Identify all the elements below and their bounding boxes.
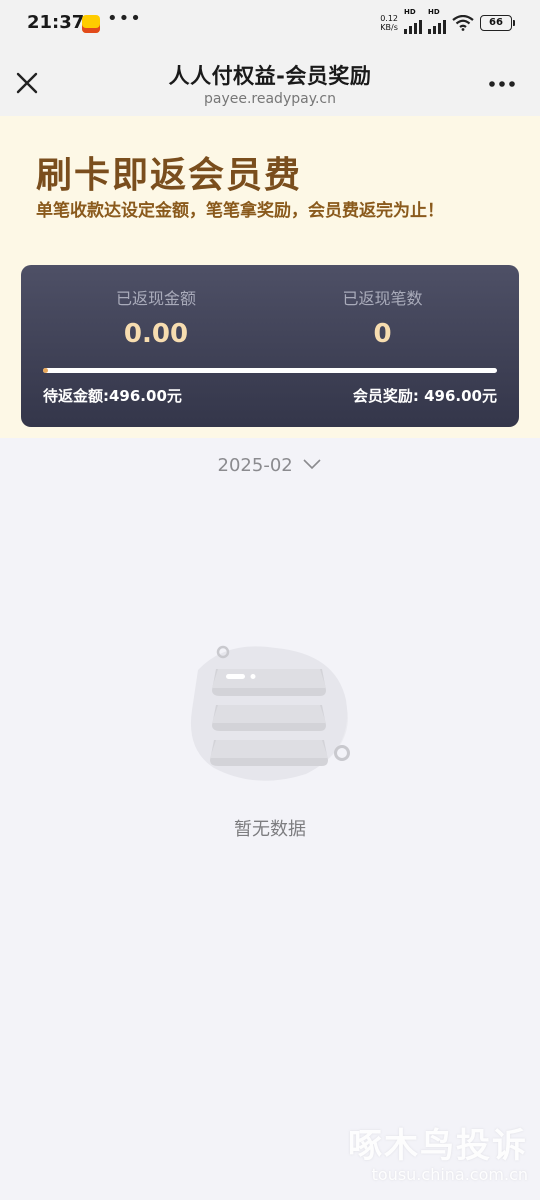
- empty-box-icon: [190, 645, 350, 781]
- watermark: 啄木鸟投诉 tousu.china.com.cn: [348, 1118, 528, 1184]
- status-indicators: 0.12 KB/s HD HD 66: [380, 8, 515, 34]
- pending-amount: 待返金额:496.00元: [43, 387, 182, 405]
- status-bar: 21:37 ••• 0.12 KB/s HD HD 66: [0, 0, 540, 48]
- returned-amount-stat: 已返现金额 0.00: [21, 285, 291, 349]
- returned-count-label: 已返现笔数: [342, 289, 423, 308]
- hd-label: HD: [428, 8, 440, 16]
- browser-header: 人人付权益-会员奖励 payee.readypay.cn: [0, 48, 540, 116]
- returned-count-value: 0: [373, 319, 392, 349]
- more-options-icon[interactable]: [488, 80, 516, 88]
- network-speed: 0.12 KB/s: [380, 14, 398, 32]
- cell-signal-1-icon: HD: [404, 8, 422, 34]
- hd-label: HD: [404, 8, 416, 16]
- returned-count-stat: 已返现笔数 0: [270, 285, 495, 349]
- status-time: 21:37: [27, 12, 85, 33]
- chevron-down-icon: [303, 459, 322, 470]
- banner-subtitle: 单笔收款达设定金额，笔笔拿奖励，会员费返完为止！: [36, 201, 444, 221]
- page-url: payee.readypay.cn: [203, 91, 336, 107]
- rebate-progress-fill: [43, 368, 48, 373]
- returned-amount-label: 已返现金额: [115, 289, 196, 308]
- watermark-url: tousu.china.com.cn: [371, 1165, 528, 1184]
- member-reward: 会员奖励: 496.00元: [352, 387, 497, 405]
- network-speed-unit: KB/s: [380, 23, 398, 32]
- meituan-app-icon: [82, 15, 100, 33]
- returned-amount-value: 0.00: [123, 319, 189, 349]
- rebate-progress-bar: [43, 368, 497, 373]
- watermark-title: 啄木鸟投诉: [348, 1126, 528, 1166]
- month-selector-label: 2025-02: [217, 455, 293, 476]
- wifi-icon: [452, 15, 474, 31]
- banner-title: 刷卡即返会员费: [36, 155, 303, 196]
- promo-banner: 刷卡即返会员费 单笔收款达设定金额，笔笔拿奖励，会员费返完为止！ 已返现金额 0…: [0, 116, 540, 438]
- rebate-stats-card: 已返现金额 0.00 已返现笔数 0 待返金额:496.00元 会员奖励: 49…: [21, 265, 519, 427]
- cell-signal-2-icon: HD: [428, 8, 446, 34]
- month-selector[interactable]: 2025-02: [0, 455, 540, 476]
- empty-state-text: 暂无数据: [234, 819, 306, 840]
- more-notifications-icon: •••: [107, 8, 142, 29]
- network-speed-value: 0.12: [380, 14, 398, 23]
- battery-icon: 66: [480, 15, 515, 31]
- page-title: 人人付权益-会员奖励: [168, 64, 372, 88]
